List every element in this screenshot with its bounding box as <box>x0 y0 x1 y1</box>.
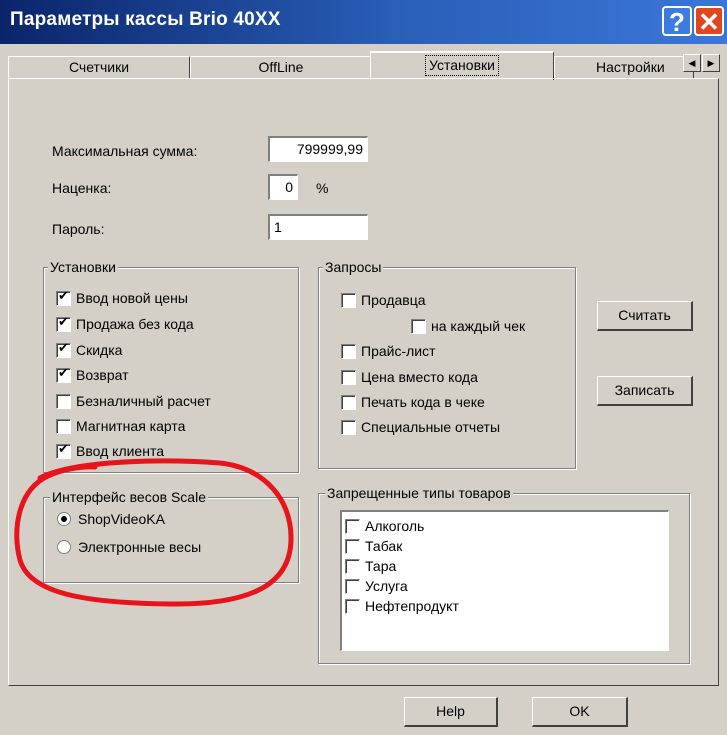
checkbox-box[interactable] <box>411 318 426 334</box>
checkbox-label: Скидка <box>76 342 123 358</box>
checkbox-discount[interactable]: Скидка <box>56 341 123 358</box>
forbidden-group-title: Запрещенные типы товаров <box>325 485 513 501</box>
list-item-label: Табак <box>365 538 403 554</box>
max-sum-input[interactable]: 799999,99 <box>268 136 368 162</box>
checkbox-box[interactable] <box>345 558 360 574</box>
tab-counters[interactable]: Счетчики <box>8 56 190 79</box>
checkbox-box[interactable] <box>56 315 71 332</box>
list-item-label: Нефтепродукт <box>365 598 459 614</box>
list-item-container[interactable]: Тара <box>345 558 396 574</box>
tab-scroll-right-button[interactable]: ▶ <box>702 54 720 72</box>
checkbox-box[interactable] <box>56 393 71 409</box>
list-item-service[interactable]: Услуга <box>345 578 408 594</box>
checkbox-box[interactable] <box>341 369 356 385</box>
question-icon: ? <box>669 7 685 37</box>
checkbox-cashless[interactable]: Безналичный расчет <box>56 393 211 409</box>
checkbox-price-list[interactable]: Прайс-лист <box>341 343 436 359</box>
checkbox-label: Продавца <box>361 292 426 308</box>
markup-label: Наценка: <box>52 180 112 196</box>
checkbox-box[interactable] <box>341 394 356 410</box>
checkbox-box[interactable] <box>56 418 71 434</box>
tab-settings-active[interactable]: Установки <box>370 51 554 80</box>
title-bar[interactable]: Параметры кассы Brio 40XX ? ✕ <box>0 0 727 44</box>
checkbox-sale-no-code[interactable]: Продажа без кода <box>56 315 194 332</box>
checkbox-box[interactable] <box>56 442 71 459</box>
list-item-label: Услуга <box>365 578 408 594</box>
checkbox-label: Возврат <box>76 367 129 383</box>
checkbox-label: Продажа без кода <box>76 316 194 332</box>
checkbox-return[interactable]: Возврат <box>56 366 129 383</box>
checkbox-magnetic-card[interactable]: Магнитная карта <box>56 418 185 434</box>
markup-unit: % <box>316 180 329 196</box>
tab-scroll-left-button[interactable]: ◀ <box>683 54 701 72</box>
help-button[interactable]: Help <box>404 697 498 727</box>
checkbox-box[interactable] <box>341 292 356 308</box>
password-input[interactable]: 1 <box>268 214 368 240</box>
checkbox-box[interactable] <box>56 366 71 383</box>
checkbox-box[interactable] <box>345 578 360 594</box>
max-sum-label: Максимальная сумма: <box>52 143 198 159</box>
checkbox-label: на каждый чек <box>431 318 526 334</box>
scale-group-title: Интерфейс весов Scale <box>50 489 208 505</box>
checkbox-label: Магнитная карта <box>76 418 186 434</box>
checkbox-price-instead-code[interactable]: Цена вместо кода <box>341 369 478 385</box>
checkbox-label: Специальные отчеты <box>361 419 501 435</box>
radio-button[interactable] <box>57 540 71 554</box>
dialog-window: Параметры кассы Brio 40XX ? ✕ Счетчики O… <box>0 0 727 735</box>
checkbox-each-receipt[interactable]: на каждый чек <box>411 318 525 334</box>
window-title: Параметры кассы Brio 40XX <box>10 9 281 30</box>
tab-configuration[interactable]: Настройки <box>554 56 694 79</box>
checkbox-new-price[interactable]: Ввод новой цены <box>56 289 188 306</box>
checkbox-special-reports[interactable]: Специальные отчеты <box>341 419 500 435</box>
close-button[interactable]: ✕ <box>694 6 724 36</box>
checkbox-label: Цена вместо кода <box>361 369 478 385</box>
checkbox-box[interactable] <box>56 289 71 306</box>
list-item-label: Алкоголь <box>365 518 425 534</box>
close-icon: ✕ <box>698 7 720 37</box>
checkbox-box[interactable] <box>341 343 356 359</box>
tab-strip: Счетчики OffLine Установки Настройки <box>8 48 727 80</box>
checkbox-box[interactable] <box>345 538 360 554</box>
checkbox-label: Ввод клиента <box>76 443 164 459</box>
write-button[interactable]: Записать <box>597 376 693 406</box>
list-item-oil-product[interactable]: Нефтепродукт <box>345 598 459 614</box>
help-title-button[interactable]: ? <box>662 6 692 36</box>
markup-input[interactable]: 0 <box>268 174 298 200</box>
ok-button[interactable]: OK <box>532 697 628 727</box>
radio-electronic-scales[interactable]: Электронные весы <box>57 539 201 555</box>
arrow-right-icon: ▶ <box>707 58 715 68</box>
checkbox-box[interactable] <box>345 598 360 614</box>
list-item-tobacco[interactable]: Табак <box>345 538 402 554</box>
tab-offline[interactable]: OffLine <box>190 56 372 79</box>
password-label: Пароль: <box>52 221 105 237</box>
checkbox-label: Печать кода в чеке <box>361 394 485 410</box>
requests-group-title: Запросы <box>323 259 384 275</box>
checkbox-box[interactable] <box>345 518 360 534</box>
checkbox-box[interactable] <box>56 341 71 358</box>
radio-button[interactable] <box>57 512 71 526</box>
checkbox-client-input[interactable]: Ввод клиента <box>56 442 164 459</box>
radio-shopvideoka[interactable]: ShopVideoKA <box>57 511 165 527</box>
radio-label: Электронные весы <box>78 539 202 555</box>
list-item-label: Тара <box>365 558 397 574</box>
radio-label: ShopVideoKA <box>78 511 165 527</box>
arrow-left-icon: ◀ <box>688 58 696 68</box>
checkbox-seller[interactable]: Продавца <box>341 292 426 308</box>
checkbox-label: Прайс-лист <box>361 343 436 359</box>
settings-group-title: Установки <box>48 259 118 275</box>
checkbox-box[interactable] <box>341 419 356 435</box>
list-item-alcohol[interactable]: Алкоголь <box>345 518 424 534</box>
read-button[interactable]: Считать <box>597 301 693 331</box>
checkbox-print-code[interactable]: Печать кода в чеке <box>341 394 485 410</box>
checkbox-label: Ввод новой цены <box>76 290 188 306</box>
checkbox-label: Безналичный расчет <box>76 393 211 409</box>
